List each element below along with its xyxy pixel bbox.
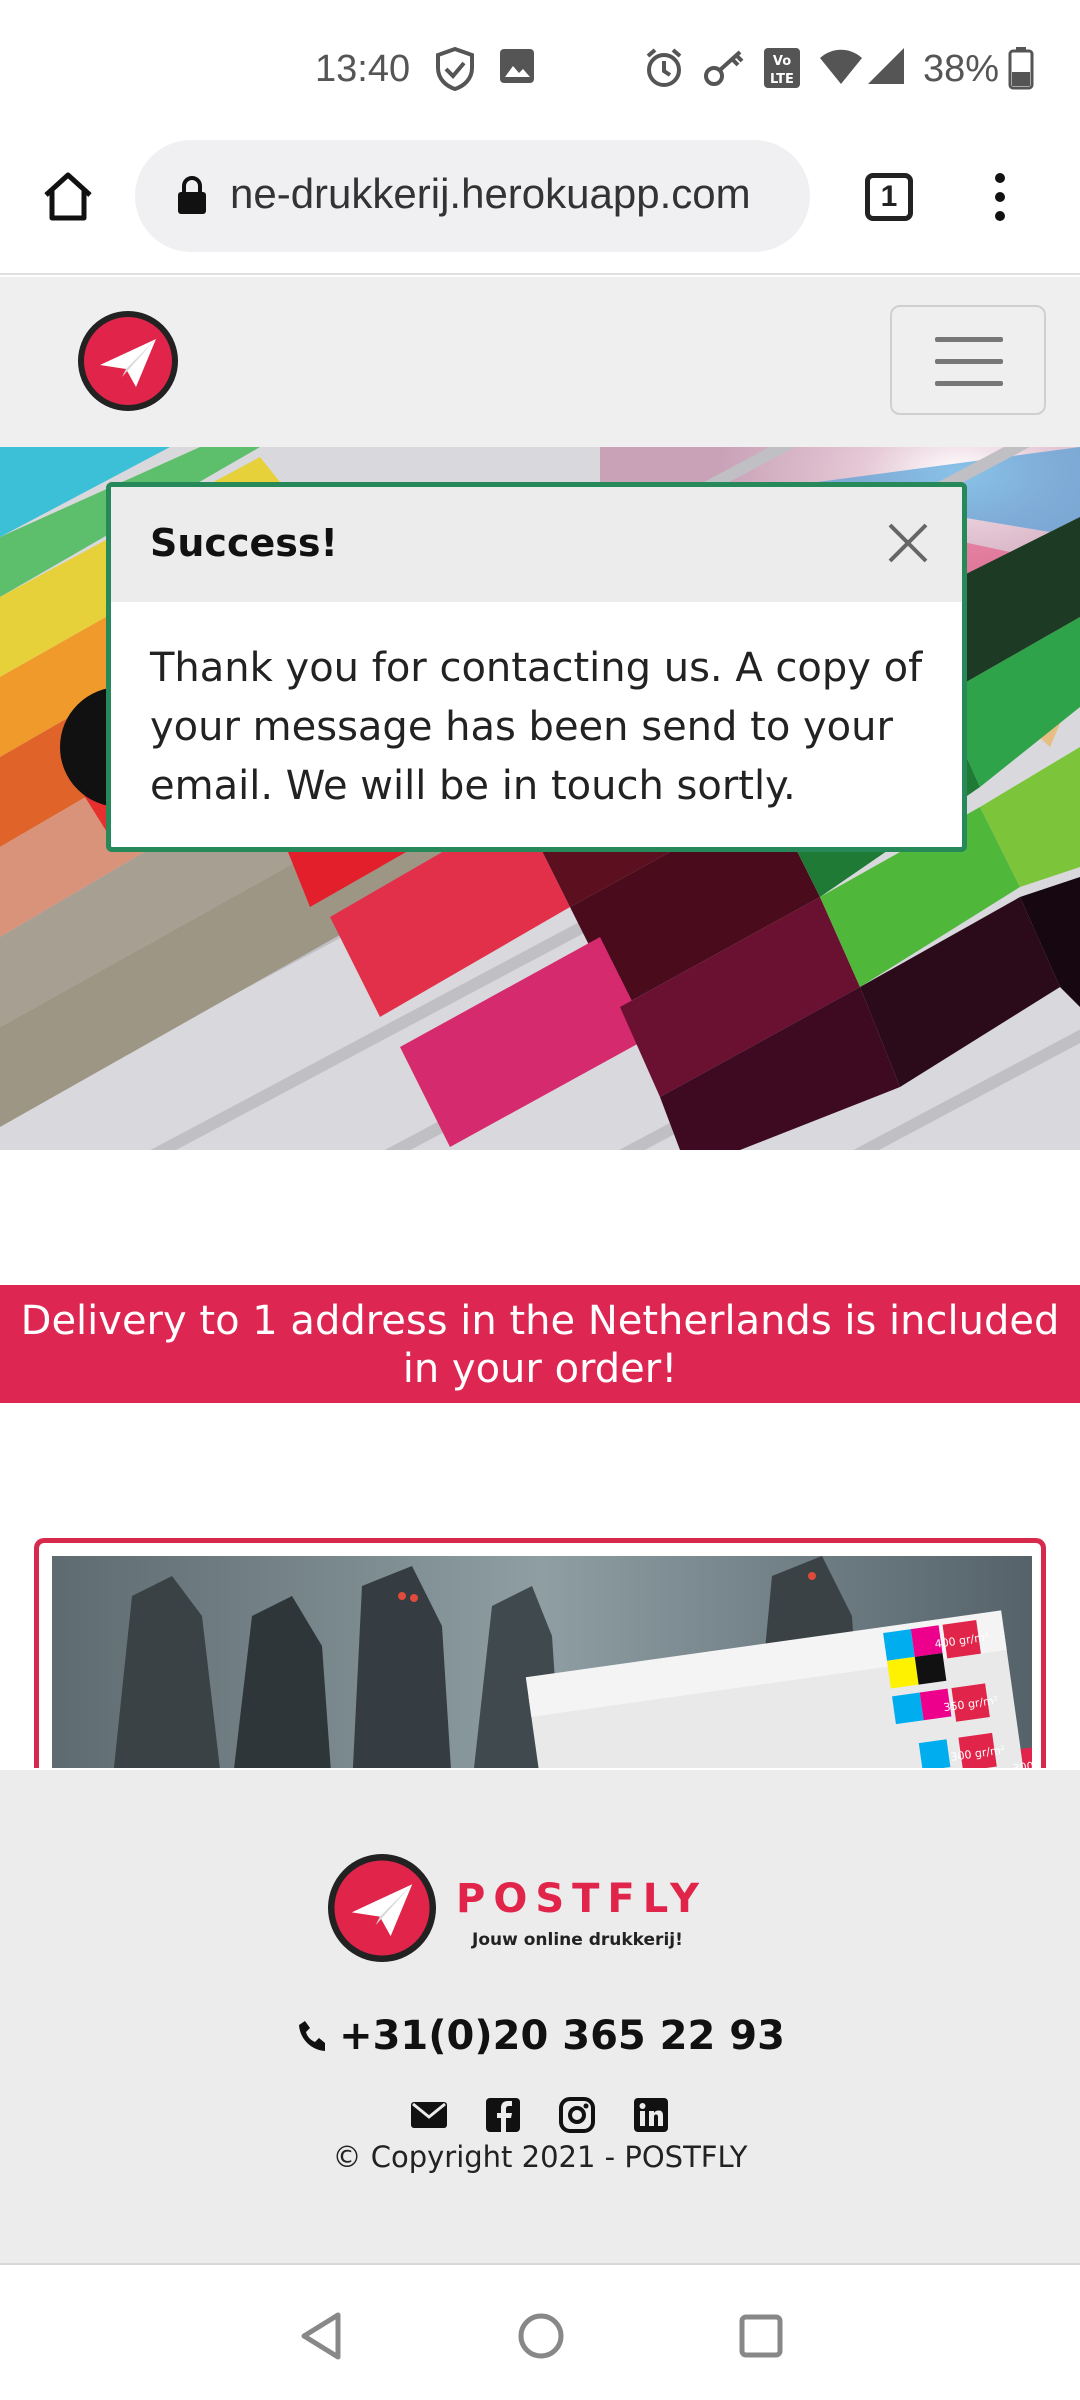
footer-tagline: Jouw online drukkerij! (472, 1930, 683, 1950)
status-time: 13:40 (315, 48, 411, 90)
home-circle-icon[interactable] (516, 2311, 566, 2366)
battery-icon (1008, 46, 1034, 95)
success-alert: Success! Thank you for contacting us. A … (106, 482, 967, 852)
alert-header: Success! (111, 487, 962, 602)
key-icon (702, 46, 748, 95)
alert-message: Thank you for contacting us. A copy of y… (150, 645, 923, 809)
signal-icon (864, 46, 906, 91)
url-text: ne-drukkerij.herokuapp.com (230, 170, 751, 217)
image-icon (497, 46, 537, 91)
page: 13:40 Vo LTE 38% ne-drukkerij.herokuapp.… (0, 0, 1080, 2400)
facebook-icon[interactable] (483, 2095, 523, 2135)
wifi-icon (818, 46, 864, 91)
alarm-icon (642, 46, 686, 95)
battery-percent: 38% (923, 48, 1000, 90)
product-image: 400 gr/m² 350 gr/m² 300 gr/m² 300 gr/m² (52, 1556, 1032, 1768)
instagram-icon[interactable] (557, 2095, 597, 2135)
phone-icon (299, 2021, 326, 2051)
browser-toolbar: ne-drukkerij.herokuapp.com 1 (0, 140, 1080, 275)
volte-icon: Vo LTE (762, 46, 802, 95)
copyright-text: © Copyright 2021 - POSTFLY (332, 2140, 748, 2174)
site-footer: POSTFLY Jouw online drukkerij! +31(0)20 … (0, 1770, 1080, 2265)
linkedin-icon[interactable] (631, 2095, 671, 2135)
delivery-banner: Delivery to 1 address in the Netherlands… (0, 1285, 1080, 1403)
back-icon[interactable] (298, 2311, 344, 2366)
phone-number: +31(0)20 365 22 93 (339, 2013, 785, 2059)
lock-icon (175, 174, 209, 221)
tabs-icon[interactable]: 1 (865, 173, 913, 221)
status-bar: 13:40 Vo LTE 38% (0, 0, 1080, 140)
product-card[interactable]: 400 gr/m² 350 gr/m² 300 gr/m² 300 gr/m² (34, 1538, 1046, 1768)
close-icon[interactable] (880, 515, 936, 571)
shield-check-icon (433, 46, 477, 97)
alert-title: Success! (150, 521, 338, 565)
postfly-logo-icon[interactable] (78, 311, 178, 416)
footer-phone[interactable]: +31(0)20 365 22 93 (0, 2013, 1080, 2059)
home-icon[interactable] (40, 168, 96, 229)
footer-logo-icon[interactable] (328, 1854, 436, 1967)
email-icon[interactable] (409, 2095, 449, 2135)
site-navbar (0, 277, 1080, 447)
address-bar[interactable]: ne-drukkerij.herokuapp.com (135, 140, 810, 252)
more-vert-icon[interactable] (992, 170, 1008, 229)
social-links (0, 2095, 1080, 2135)
svg-text:LTE: LTE (770, 72, 794, 87)
system-nav-bar (0, 2267, 1080, 2400)
footer-brand: POSTFLY (456, 1876, 707, 1922)
menu-toggle-button[interactable] (890, 305, 1046, 415)
svg-text:Vo: Vo (773, 54, 791, 69)
recents-icon[interactable] (738, 2313, 784, 2364)
